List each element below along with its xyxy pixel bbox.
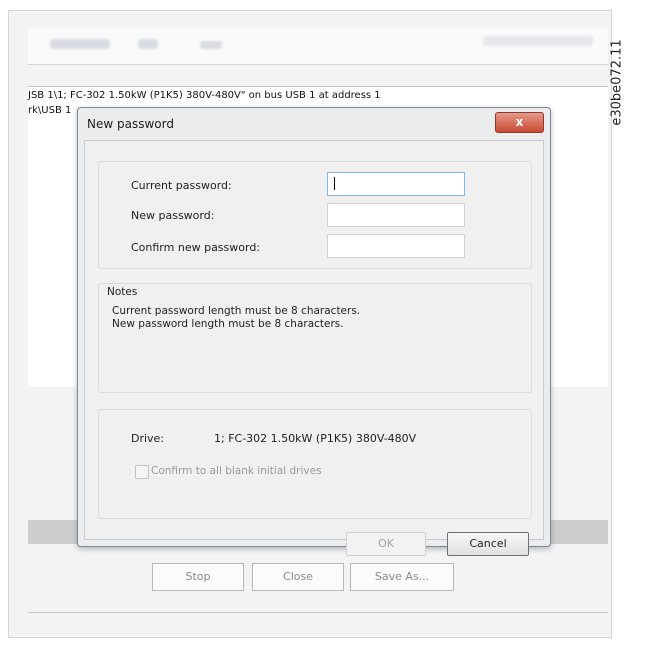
- current-password-input[interactable]: [327, 172, 465, 196]
- confirm-blank-drives-label: Confirm to all blank initial drives: [151, 465, 322, 477]
- new-password-label: New password:: [131, 209, 215, 222]
- new-password-input[interactable]: [327, 203, 465, 227]
- drive-value: 1; FC-302 1.50kW (P1K5) 380V-480V: [214, 432, 417, 445]
- text-caret: [334, 177, 335, 190]
- close-button[interactable]: Close: [252, 563, 344, 591]
- cancel-button[interactable]: Cancel: [447, 532, 529, 556]
- new-password-dialog: New password x Current password: New pas…: [77, 107, 551, 556]
- notes-group: Notes Current password length must be 8 …: [98, 283, 532, 393]
- drive-label: Drive:: [131, 432, 165, 445]
- figure-id-text: e30be072.11: [609, 39, 625, 126]
- background-toolbar: [28, 28, 608, 64]
- figure-id: e30be072.11: [610, 30, 639, 140]
- ok-button[interactable]: OK: [346, 532, 426, 556]
- password-group: Current password: New password: Confirm …: [98, 161, 532, 269]
- background-status-line: JSB 1\1; FC-302 1.50kW (P1K5) 380V-480V"…: [28, 90, 381, 101]
- dialog-close-button[interactable]: x: [495, 112, 544, 133]
- blurred-toolbar-item: [200, 41, 222, 49]
- drive-group: Drive: 1; FC-302 1.50kW (P1K5) 380V-480V…: [98, 409, 532, 519]
- blurred-toolbar-item: [50, 39, 110, 49]
- notes-heading: Notes: [107, 286, 138, 298]
- save-as-button[interactable]: Save As...: [350, 563, 454, 591]
- blurred-toolbar-item: [138, 39, 158, 49]
- dialog-title: New password: [87, 117, 174, 131]
- confirm-password-input[interactable]: [327, 234, 465, 258]
- background-separator: [28, 64, 608, 65]
- confirm-password-label: Confirm new password:: [131, 241, 261, 254]
- dialog-body: Current password: New password: Confirm …: [84, 140, 544, 556]
- background-bottom-line: [28, 612, 608, 613]
- current-password-label: Current password:: [131, 179, 232, 192]
- notes-line: New password length must be 8 characters…: [112, 318, 344, 330]
- notes-text: Current password length must be 8 charac…: [112, 305, 360, 331]
- stop-button[interactable]: Stop: [152, 563, 244, 591]
- blurred-toolbar-item: [483, 36, 593, 46]
- background-path-line: rk\USB 1: [28, 105, 72, 116]
- notes-line: Current password length must be 8 charac…: [112, 305, 361, 317]
- confirm-blank-drives-checkbox[interactable]: [135, 465, 149, 479]
